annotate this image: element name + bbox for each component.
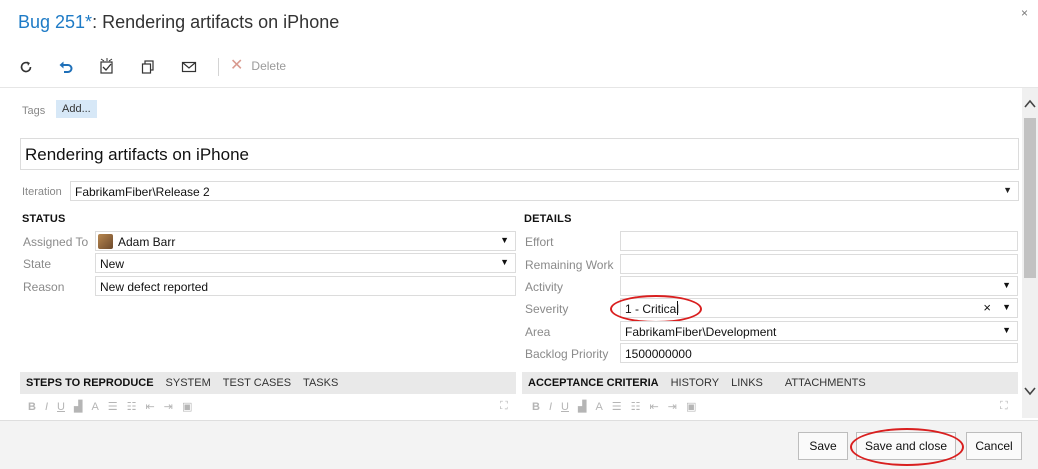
tags-label: Tags — [22, 105, 46, 117]
tab-steps-to-reproduce[interactable]: STEPS TO REPRODUCE — [20, 377, 160, 389]
scrollbar-thumb[interactable] — [1024, 118, 1036, 278]
delete-label: Delete — [251, 59, 287, 73]
area-dropdown[interactable]: FabrikamFiber\Development ▼ — [620, 321, 1018, 341]
highlight-icon[interactable]: ▟ — [74, 400, 82, 413]
avatar — [98, 234, 113, 249]
backlog-priority-label: Backlog Priority — [525, 347, 609, 361]
add-tag-button[interactable]: Add... — [56, 100, 97, 118]
numbered-list-icon[interactable]: ☷ — [127, 400, 137, 413]
tab-attachments[interactable]: ATTACHMENTS — [779, 377, 872, 389]
area-value: FabrikamFiber\Development — [625, 325, 777, 339]
outdent-icon[interactable]: ⇤ — [146, 400, 155, 413]
toolbar-separator — [218, 58, 219, 76]
left-rte-toolbar: B I U ▟ A ☰ ☷ ⇤ ⇥ ▣ — [28, 400, 192, 414]
assigned-to-value: Adam Barr — [118, 235, 176, 249]
status-heading: STATUS — [22, 213, 66, 225]
underline-icon[interactable]: U — [561, 401, 569, 413]
state-label: State — [23, 257, 52, 271]
details-heading: DETAILS — [524, 213, 572, 225]
left-tab-bar: STEPS TO REPRODUCE SYSTEM TEST CASES TAS… — [20, 372, 516, 394]
state-dropdown[interactable]: New ▼ — [95, 253, 516, 273]
save-and-close-highlight-ring — [850, 428, 964, 466]
scroll-down-icon[interactable] — [1024, 383, 1036, 399]
indent-icon[interactable]: ⇥ — [668, 400, 677, 413]
reason-field[interactable]: New defect reported — [95, 276, 516, 296]
outdent-icon[interactable]: ⇤ — [650, 400, 659, 413]
state-value: New — [100, 257, 125, 271]
delete-button[interactable]: ✕ Delete — [230, 57, 287, 74]
highlight-icon[interactable]: ▟ — [578, 400, 586, 413]
iteration-value: FabrikamFiber\Release 2 — [75, 185, 210, 199]
left-maximize-icon[interactable]: ⛶ — [500, 400, 508, 413]
save-button[interactable]: Save — [798, 432, 848, 460]
effort-label: Effort — [525, 235, 554, 249]
severity-highlight-ring — [610, 295, 702, 323]
tab-system[interactable]: SYSTEM — [160, 377, 217, 389]
severity-label: Severity — [525, 302, 569, 316]
tab-acceptance-criteria[interactable]: ACCEPTANCE CRITERIA — [522, 377, 665, 389]
undo-icon[interactable] — [56, 57, 76, 77]
underline-icon[interactable]: U — [57, 401, 65, 413]
cancel-button[interactable]: Cancel — [966, 432, 1022, 460]
remaining-work-label: Remaining Work — [525, 258, 614, 272]
right-tab-bar: ACCEPTANCE CRITERIA HISTORY LINKS ATTACH… — [522, 372, 1018, 394]
bug-title-text: : Rendering artifacts on iPhone — [92, 12, 340, 32]
bulleted-list-icon[interactable]: ☰ — [108, 400, 118, 413]
bulleted-list-icon[interactable]: ☰ — [612, 400, 622, 413]
link-work-items-icon[interactable] — [97, 57, 117, 77]
tab-links[interactable]: LINKS — [725, 377, 769, 389]
chevron-down-icon: ▼ — [1002, 302, 1011, 312]
reason-label: Reason — [23, 280, 65, 294]
chevron-down-icon: ▼ — [1002, 325, 1011, 335]
image-icon[interactable]: ▣ — [686, 400, 696, 413]
chevron-down-icon: ▼ — [1002, 280, 1011, 290]
image-icon[interactable]: ▣ — [182, 400, 192, 413]
activity-dropdown[interactable]: ▼ — [620, 276, 1018, 296]
backlog-priority-input[interactable]: 1500000000 — [620, 343, 1018, 363]
bold-icon[interactable]: B — [532, 401, 540, 413]
effort-input[interactable] — [620, 231, 1018, 251]
tab-history[interactable]: HISTORY — [665, 377, 726, 389]
text-cursor — [677, 301, 678, 315]
bug-id: Bug 251* — [18, 12, 93, 32]
delete-icon: ✕ — [230, 57, 244, 74]
work-item-title-input[interactable]: Rendering artifacts on iPhone — [20, 138, 1019, 170]
assigned-to-label: Assigned To — [23, 235, 89, 249]
italic-icon[interactable]: I — [45, 401, 48, 413]
copy-icon[interactable] — [138, 57, 158, 77]
assigned-to-dropdown[interactable]: Adam Barr ▼ — [95, 231, 516, 251]
remaining-work-input[interactable] — [620, 254, 1018, 274]
indent-icon[interactable]: ⇥ — [164, 400, 173, 413]
activity-label: Activity — [525, 280, 564, 294]
italic-icon[interactable]: I — [549, 401, 552, 413]
chevron-down-icon: ▼ — [500, 235, 509, 245]
font-color-icon[interactable]: A — [91, 401, 98, 413]
tab-tasks[interactable]: TASKS — [297, 377, 344, 389]
bold-icon[interactable]: B — [28, 401, 36, 413]
clear-icon[interactable]: × — [983, 300, 991, 315]
iteration-label: Iteration — [22, 186, 62, 198]
scroll-up-icon[interactable] — [1024, 96, 1036, 112]
email-icon[interactable] — [179, 57, 199, 77]
numbered-list-icon[interactable]: ☷ — [631, 400, 641, 413]
font-color-icon[interactable]: A — [595, 401, 602, 413]
chevron-down-icon: ▼ — [500, 257, 509, 267]
dialog-title: Bug 251*: Rendering artifacts on iPhone — [18, 12, 339, 33]
tab-test-cases[interactable]: TEST CASES — [217, 377, 297, 389]
right-maximize-icon[interactable]: ⛶ — [1000, 400, 1008, 413]
right-rte-toolbar: B I U ▟ A ☰ ☷ ⇤ ⇥ ▣ — [532, 400, 696, 414]
iteration-dropdown[interactable]: FabrikamFiber\Release 2 ▼ — [70, 181, 1019, 201]
refresh-icon[interactable] — [16, 57, 36, 77]
chevron-down-icon: ▼ — [1003, 185, 1012, 195]
area-label: Area — [525, 325, 551, 339]
backlog-priority-value: 1500000000 — [625, 347, 692, 361]
toolbar-divider — [0, 87, 1038, 88]
close-icon[interactable]: × — [1021, 6, 1028, 20]
reason-value: New defect reported — [100, 280, 209, 294]
